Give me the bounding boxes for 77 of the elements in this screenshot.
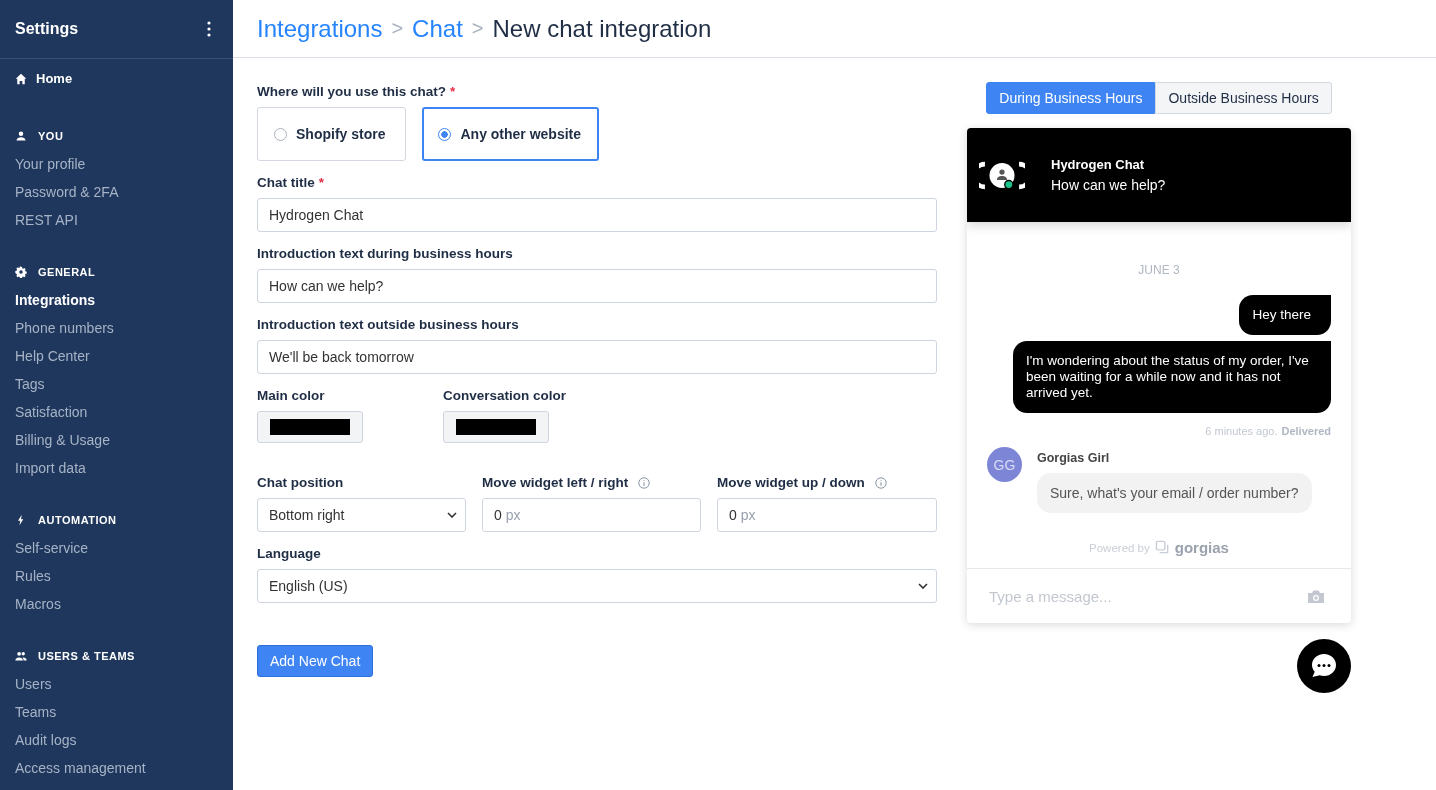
breadcrumb-link[interactable]: Chat (412, 14, 463, 43)
breadcrumb-link[interactable]: Integrations (257, 14, 383, 43)
agent-name: Gorgias Girl (1037, 451, 1111, 465)
number-field[interactable]: 0 px (482, 498, 701, 532)
sidebar-item[interactable]: Audit logs (15, 726, 77, 754)
field-label: Chat position (257, 475, 344, 490)
sidebar-item[interactable]: Rules (15, 562, 51, 590)
radio-option[interactable]: Any other website (422, 107, 600, 161)
sidebar-item[interactable]: Macros (15, 590, 61, 618)
home-icon (15, 72, 27, 85)
field-label: Main color (257, 388, 325, 403)
position-select[interactable]: Bottom right (257, 498, 466, 532)
hours-tab[interactable]: Outside Business Hours (1155, 82, 1332, 114)
brand-name: gorgias (1174, 539, 1229, 556)
breadcrumb-separator: > (471, 17, 484, 40)
chat-title: Hydrogen Chat (1051, 157, 1146, 172)
sidebar-item[interactable]: Phone numbers (15, 314, 114, 342)
language-select[interactable]: English (US) (257, 569, 937, 603)
customer-message: Hey there (1239, 295, 1331, 335)
section-heading: AUTOMATION (38, 514, 117, 526)
sidebar-item[interactable]: REST API (15, 206, 78, 234)
info-icon (638, 476, 651, 489)
chevron-down-icon (447, 512, 457, 518)
text-field[interactable]: We'll be back tomorrow (257, 340, 937, 374)
number-field[interactable]: 0 px (717, 498, 937, 532)
sidebar-item[interactable]: Integrations (15, 286, 96, 314)
hours-tab[interactable]: During Business Hours (986, 82, 1156, 114)
message-time: 6 minutes ago. (1205, 425, 1278, 437)
required-mark: * (450, 84, 456, 99)
breadcrumb-separator: > (391, 17, 404, 40)
radio-option[interactable]: Shopify store (257, 107, 407, 161)
field-label: Introduction text outside business hours (257, 317, 519, 332)
sidebar-title: Settings (15, 20, 79, 38)
sidebar-item[interactable]: Import data (15, 454, 86, 482)
field-label: Chat title (257, 175, 315, 190)
page-title: New chat integration (492, 14, 712, 43)
section-heading: GENERAL (38, 266, 96, 278)
people-icon (15, 650, 27, 662)
agent-message: Sure, what's your email / order number? (1037, 473, 1312, 513)
delivery-status: Delivered (1281, 425, 1331, 437)
logo-icon (1154, 540, 1170, 555)
field-label: Introduction text during business hours (257, 246, 513, 261)
section-heading: USERS & TEAMS (38, 650, 135, 662)
info-icon (874, 476, 887, 489)
section-heading: YOU (38, 130, 64, 142)
field-label: Conversation color (443, 388, 567, 403)
sidebar-item[interactable]: Tags (15, 370, 45, 398)
date-label: JUNE 3 (1138, 263, 1180, 277)
field-label: Move widget up / down (717, 475, 865, 490)
field-label: Move widget left / right (482, 475, 629, 490)
sidebar-item[interactable]: Your profile (15, 150, 86, 178)
chat-subtitle: How can we help? (1051, 177, 1166, 193)
sidebar-item[interactable]: Users (15, 670, 52, 698)
person-icon (15, 130, 27, 142)
text-field[interactable]: How can we help? (257, 269, 937, 303)
settings-icon (15, 266, 27, 278)
sidebar-item[interactable]: Help Center (15, 342, 90, 370)
field-label: Language (257, 546, 321, 561)
sidebar-item[interactable]: Access management (15, 754, 146, 782)
chat-launcher-icon (1297, 639, 1351, 693)
customer-message: I'm wondering about the status of my order, I've been waiting for a while now and it has not arrived yet. (1013, 341, 1331, 413)
sidebar-item[interactable]: Satisfaction (15, 398, 88, 426)
sidebar-item[interactable]: Self-service (15, 534, 89, 562)
field-label: Where will you use this chat? (257, 84, 447, 99)
sidebar-item[interactable]: Billing & Usage (15, 426, 110, 454)
color-picker-button[interactable] (443, 411, 549, 443)
sidebar-item[interactable]: Teams (15, 698, 57, 726)
home-link[interactable]: Home (0, 59, 88, 86)
agent-avatar: GG (987, 447, 1022, 482)
chevron-down-icon (918, 583, 928, 589)
color-picker-button[interactable] (257, 411, 363, 443)
more-options-icon (207, 21, 211, 37)
required-mark: * (318, 175, 325, 190)
camera-icon (1307, 588, 1325, 604)
add-chat-button[interactable]: Add New Chat (257, 645, 374, 677)
sidebar-item[interactable]: Password & 2FA (15, 178, 119, 206)
text-field[interactable]: Hydrogen Chat (257, 198, 937, 232)
